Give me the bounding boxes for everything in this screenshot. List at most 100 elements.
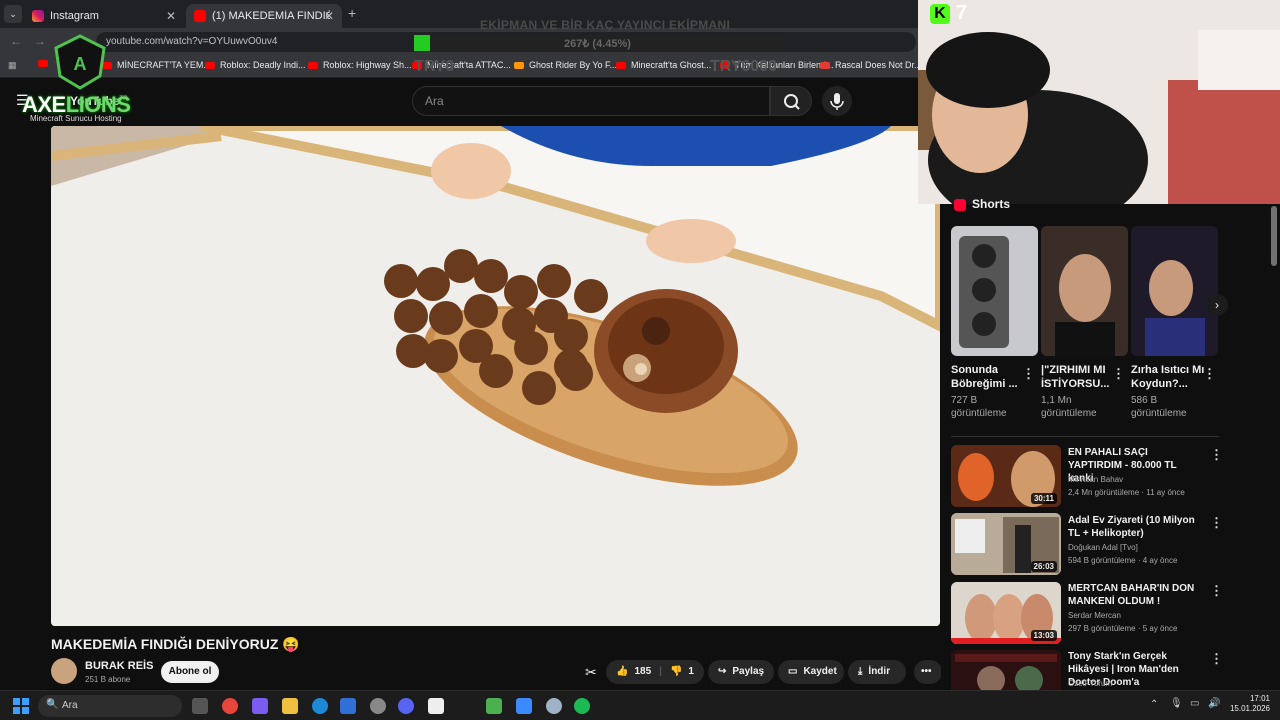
short-views: 586 B görüntüleme <box>1131 395 1187 419</box>
video-player[interactable] <box>51 126 940 626</box>
new-tab-button[interactable]: + <box>348 5 356 21</box>
video-menu-icon[interactable]: ⋮ <box>1210 447 1223 463</box>
file-explorer-icon[interactable] <box>282 698 298 714</box>
save-button[interactable]: ▭ Kaydet <box>778 660 844 684</box>
search-input[interactable]: Ara <box>412 86 770 116</box>
edge-icon[interactable] <box>312 698 328 714</box>
share-label: Paylaş <box>732 666 765 677</box>
video-thumbnail[interactable]: 26:03 <box>951 513 1061 575</box>
video-title[interactable]: MERTCAN BAHAR'IN DON MANKENİ OLDUM ! <box>1068 582 1204 608</box>
system-clock[interactable]: 17:01 15.01.2026 <box>1226 694 1270 714</box>
obs-icon[interactable] <box>370 698 386 714</box>
clip-icon[interactable]: ✂ <box>585 664 597 681</box>
short-menu-icon[interactable]: ⋮ <box>1203 366 1216 382</box>
network-icon[interactable]: ▭ <box>1190 698 1199 709</box>
minecraft-icon[interactable] <box>486 698 502 714</box>
video-menu-icon[interactable]: ⋮ <box>1210 583 1223 599</box>
short-thumbnail[interactable] <box>1131 226 1218 356</box>
bookmark-label: Roblox: Highway Sh... <box>323 60 412 70</box>
video-thumbnail[interactable]: 13:03 <box>951 582 1061 644</box>
sidebar-divider <box>951 436 1219 437</box>
microphone-tray-icon[interactable]: 🎙 <box>1170 698 1183 709</box>
tab-instagram[interactable]: Instagram ✕ <box>24 4 184 28</box>
short-title[interactable]: Sonunda Böbreğimi ... <box>951 363 1027 391</box>
donation-goal-fill <box>414 35 430 51</box>
video-title[interactable]: Adal Ev Ziyareti (10 Milyon TL + Helikop… <box>1068 514 1204 540</box>
video-thumbnail[interactable] <box>951 650 1061 690</box>
share-icon: ↪ <box>718 666 727 677</box>
discord-icon[interactable] <box>398 698 414 714</box>
webcam-overlay: K 7 <box>918 0 1280 204</box>
app-icon[interactable] <box>516 698 532 714</box>
close-tab-icon[interactable]: ✕ <box>324 9 334 23</box>
short-thumbnail[interactable] <box>1041 226 1128 356</box>
bookmark-item[interactable] <box>38 60 53 67</box>
bookmark-favicon <box>514 61 524 69</box>
tray-chevron-icon[interactable]: ⌃ <box>1150 699 1158 710</box>
short-views: 1,1 Mn görüntüleme <box>1041 395 1097 419</box>
bookmark-item[interactable]: MİNECRAFT'TA YEM... <box>102 60 211 70</box>
apps-grid-icon[interactable]: ▦ <box>8 60 17 71</box>
volume-icon[interactable]: 🔊 <box>1208 698 1220 709</box>
more-actions-button[interactable]: ••• <box>914 660 942 684</box>
tab-youtube[interactable]: (1) MAKEDEMİA FINDIĞI DENİY ✕ <box>186 4 342 28</box>
bookmark-item[interactable]: Roblox: Deadly Indi... <box>205 60 306 70</box>
video-frame <box>51 126 940 626</box>
short-title[interactable]: Zırha Isıtıcı Mı Koydun?... <box>1131 363 1207 391</box>
short-title[interactable]: |"ZIRHIMI MI İSTİYORSU... <box>1041 363 1117 391</box>
youtube-icon <box>308 61 318 69</box>
store-icon[interactable] <box>340 698 356 714</box>
short-views: 727 B görüntüleme <box>951 395 1007 419</box>
search-button[interactable] <box>770 86 812 116</box>
tab-search-button[interactable]: ⌄ <box>4 5 22 23</box>
video-thumbnail[interactable]: 30:11 <box>951 445 1061 507</box>
channel-avatar[interactable] <box>51 658 77 684</box>
video-channel[interactable]: Doğukan Adal [Tvo] <box>1068 543 1138 552</box>
bookmark-item[interactable]: Rascal Does Not Dr... <box>820 60 922 70</box>
search-icon <box>784 94 800 110</box>
like-dislike-group: 👍 185 | 👎 1 <box>606 660 704 684</box>
video-meta: 594 B görüntüleme · 4 ay önce <box>1068 556 1178 565</box>
capcut-icon[interactable] <box>428 698 444 714</box>
tab-label: (1) MAKEDEMİA FINDIĞI DENİY <box>212 10 330 22</box>
voice-search-button[interactable] <box>822 86 852 116</box>
channel-name[interactable]: BURAK REİS <box>85 660 153 672</box>
taskbar-search-input[interactable]: Ara <box>38 695 182 717</box>
bookmark-item[interactable]: Ghost Rider By Yo F... <box>514 60 617 70</box>
copilot-icon[interactable] <box>252 698 268 714</box>
bookmark-label: MİNECRAFT'TA YEM... <box>117 60 211 70</box>
spotify-icon[interactable] <box>574 698 590 714</box>
chrome-icon[interactable] <box>222 698 238 714</box>
video-menu-icon[interactable]: ⋮ <box>1210 651 1223 667</box>
kick-icon: K <box>930 4 950 24</box>
bookmark-item[interactable]: Roblox: Highway Sh... <box>308 60 412 70</box>
subscribe-button[interactable]: Abone ol <box>161 661 219 683</box>
windows-start-icon[interactable] <box>13 698 29 714</box>
download-button[interactable]: ⤓ İndir <box>848 660 906 684</box>
bookmark-label: Rascal Does Not Dr... <box>835 60 922 70</box>
settings-icon[interactable] <box>546 698 562 714</box>
back-icon[interactable]: ← <box>10 34 22 48</box>
short-thumbnail[interactable] <box>951 226 1038 356</box>
forward-icon[interactable]: → <box>34 34 46 48</box>
video-menu-icon[interactable]: ⋮ <box>1210 515 1223 531</box>
bookmark-favicon <box>820 61 830 69</box>
short-menu-icon[interactable]: ⋮ <box>1112 366 1125 382</box>
bookmark-item[interactable]: Minecraft'ta Ghost... <box>616 60 711 70</box>
windows-taskbar: Ara 🔍 ⌃ 🎙 ▭ 🔊 17:01 15.01.2026 <box>0 690 1280 720</box>
axelions-shield-logo: A <box>54 34 106 90</box>
dislike-count[interactable]: 1 <box>688 660 694 684</box>
video-channel[interactable]: Özeti-Yorum <box>1068 679 1112 688</box>
thumbs-up-icon[interactable]: 👍 <box>616 660 628 684</box>
thumbs-down-icon[interactable]: 👎 <box>670 660 682 684</box>
like-count[interactable]: 185 <box>634 660 651 684</box>
donation-goal-target: TRY6000 <box>710 58 777 75</box>
video-channel[interactable]: Mevtcan Bahav <box>1068 475 1123 484</box>
shorts-next-arrow-icon[interactable]: › <box>1206 294 1228 316</box>
share-button[interactable]: ↪ Paylaş <box>708 660 774 684</box>
close-tab-icon[interactable]: ✕ <box>166 9 176 23</box>
sidebar-scrollbar[interactable] <box>1271 206 1277 266</box>
video-channel[interactable]: Serdar Mercan <box>1068 611 1121 620</box>
short-menu-icon[interactable]: ⋮ <box>1022 366 1035 382</box>
task-view-icon[interactable] <box>192 698 208 714</box>
